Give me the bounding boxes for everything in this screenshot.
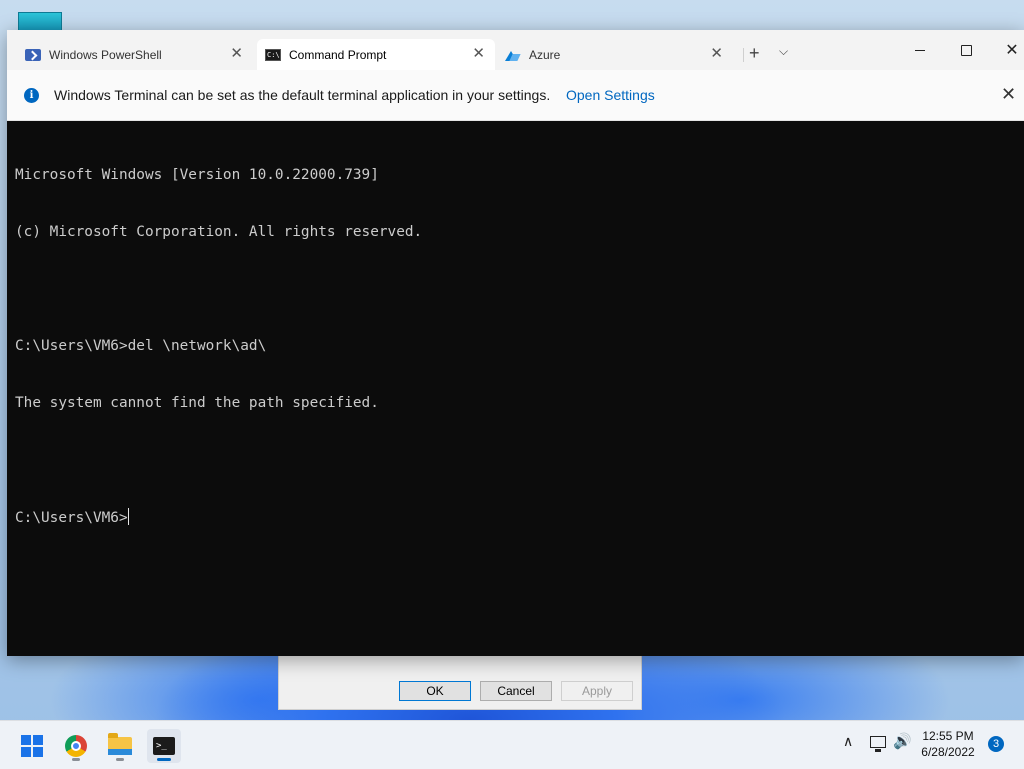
tab-separator <box>743 48 744 62</box>
cmd-icon: C:\ <box>265 48 281 61</box>
prompt-line[interactable]: C:\Users\VM6> <box>15 508 1024 527</box>
properties-dialog: OK Cancel Apply <box>278 648 642 710</box>
console-output[interactable]: Microsoft Windows [Version 10.0.22000.73… <box>15 128 1024 656</box>
console-line: (c) Microsoft Corporation. All rights re… <box>15 224 423 240</box>
console-line: Microsoft Windows [Version 10.0.22000.73… <box>15 167 379 183</box>
tab-azure[interactable]: Azure ✕ <box>497 39 733 70</box>
start-icon <box>21 735 43 757</box>
close-tab-icon[interactable]: ✕ <box>230 46 243 61</box>
default-terminal-infobar: i Windows Terminal can be set as the def… <box>7 70 1024 121</box>
close-tab-icon[interactable]: ✕ <box>472 46 485 61</box>
tab-label: Windows PowerShell <box>49 47 162 62</box>
ok-button[interactable]: OK <box>399 681 471 701</box>
apply-button: Apply <box>561 681 633 701</box>
tab-label: Azure <box>529 47 561 62</box>
cancel-button[interactable]: Cancel <box>480 681 552 701</box>
clock[interactable]: 12:55 PM 6/28/2022 <box>915 728 981 760</box>
running-indicator <box>72 758 80 761</box>
minimize-icon <box>915 49 925 51</box>
taskbar-terminal[interactable]: >_ <box>147 729 181 763</box>
desktop-shortcut-icon[interactable] <box>18 12 62 32</box>
start-button[interactable] <box>15 729 49 763</box>
clock-time: 12:55 PM <box>922 729 974 743</box>
text-cursor <box>127 508 129 525</box>
notification-badge[interactable]: 3 <box>988 736 1004 752</box>
close-tab-icon[interactable]: ✕ <box>710 46 723 61</box>
active-indicator <box>157 758 171 761</box>
volume-icon[interactable]: 🔊 <box>893 732 912 750</box>
tab-windows-powershell[interactable]: Windows PowerShell ✕ <box>17 39 253 70</box>
tab-label: Command Prompt <box>289 47 387 62</box>
console-line: C:\Users\VM6>del \network\ad\ <box>15 338 267 354</box>
prompt-text: C:\Users\VM6> <box>15 510 128 526</box>
infobar-message: Windows Terminal can be set as the defau… <box>54 87 551 103</box>
open-settings-link[interactable]: Open Settings <box>566 87 655 103</box>
close-infobar-icon[interactable]: ✕ <box>1001 84 1016 105</box>
chrome-icon <box>65 735 87 757</box>
tab-bar: Windows PowerShell ✕ C:\ Command Prompt … <box>7 30 1024 70</box>
windows-terminal-window: Windows PowerShell ✕ C:\ Command Prompt … <box>7 30 1024 656</box>
minimize-button[interactable] <box>905 38 935 62</box>
file-explorer-icon <box>108 733 132 755</box>
new-tab-button[interactable]: + <box>749 44 760 62</box>
maximize-icon <box>960 44 972 56</box>
show-hidden-icons-chevron-icon[interactable]: ∧ <box>843 733 853 750</box>
azure-icon <box>505 49 521 61</box>
clock-date: 6/28/2022 <box>921 745 975 759</box>
tab-command-prompt[interactable]: C:\ Command Prompt ✕ <box>257 39 495 70</box>
running-indicator <box>116 758 124 761</box>
taskbar-file-explorer[interactable] <box>103 729 137 763</box>
console-line: The system cannot find the path specifie… <box>15 395 379 411</box>
maximize-button[interactable] <box>951 38 981 62</box>
terminal-icon: >_ <box>153 737 175 755</box>
close-window-button[interactable]: ✕ <box>997 38 1024 62</box>
network-icon[interactable] <box>870 736 886 752</box>
tab-dropdown-icon[interactable]: ⌵ <box>779 44 788 59</box>
powershell-icon <box>25 48 41 61</box>
taskbar-chrome[interactable] <box>59 729 93 763</box>
info-icon: i <box>24 88 39 103</box>
